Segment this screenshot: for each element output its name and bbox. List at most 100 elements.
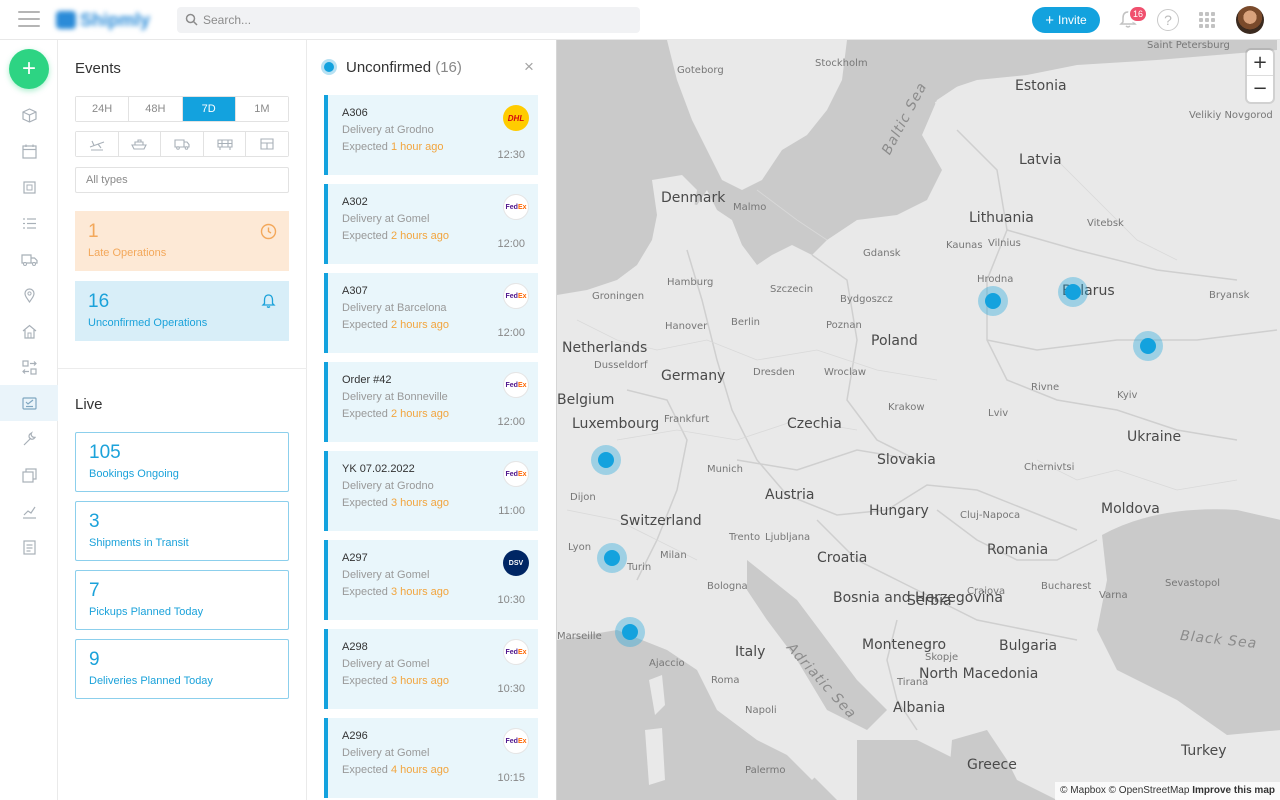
time-range-selector: 24H 48H 7D 1M [75, 96, 289, 122]
map-city-label: Lyon [568, 542, 592, 553]
nav-list-icon[interactable] [0, 205, 58, 241]
mode-rail-button[interactable] [203, 132, 247, 156]
range-7d-button[interactable]: 7D [182, 97, 236, 121]
shipment-marker[interactable] [1058, 277, 1088, 307]
map-country-label: Poland [871, 333, 918, 349]
range-1m-button[interactable]: 1M [235, 97, 288, 121]
map-city-label: Ljubljana [765, 532, 811, 543]
nav-box-icon[interactable] [0, 97, 58, 133]
map-country-label: Moldova [1101, 501, 1160, 517]
map-city-label: Saint Petersburg [1147, 40, 1230, 51]
map-city-label: Cluj-Napoca [960, 510, 1021, 521]
operation-time: 12:00 [497, 238, 525, 250]
nav-tools-icon[interactable] [0, 421, 58, 457]
map-city-label: Dresden [753, 367, 795, 378]
live-card-bookings[interactable]: 105 Bookings Ongoing [75, 432, 289, 492]
operation-card[interactable]: A296 Delivery at Gomel Expected 4 hours ag… [324, 718, 538, 798]
nav-grid-icon[interactable] [0, 169, 58, 205]
operation-ago: 3 hours ago [390, 497, 450, 509]
shipment-marker[interactable] [1133, 331, 1163, 361]
shipment-marker[interactable] [597, 543, 627, 573]
late-operations-count: 1 [88, 221, 99, 242]
carrier-logo-fedex: Fed Ex [503, 639, 529, 665]
carrier-logo-fedex: Fed Ex [503, 728, 529, 754]
operation-card[interactable]: A297 Delivery at Gomel Expected 3 hours ag… [324, 540, 538, 620]
live-card-pickups[interactable]: 7 Pickups Planned Today [75, 570, 289, 630]
shipment-marker[interactable] [978, 286, 1008, 316]
nav-calendar-icon[interactable] [0, 133, 58, 169]
map-city-label: Kaunas [946, 240, 983, 251]
operation-card[interactable]: A307 Delivery at Barcelona Expected 2 hour… [324, 273, 538, 353]
zoom-out-button[interactable]: − [1247, 76, 1273, 102]
logo-mark [56, 11, 76, 29]
live-card-deliveries[interactable]: 9 Deliveries Planned Today [75, 639, 289, 699]
operation-card[interactable]: Order #42 Delivery at Bonneville Expected … [324, 362, 538, 442]
mode-sea-button[interactable] [118, 132, 162, 156]
zoom-in-button[interactable]: + [1247, 50, 1273, 76]
nav-report-icon[interactable] [0, 529, 58, 565]
user-avatar[interactable] [1236, 6, 1264, 34]
menu-icon[interactable] [18, 11, 40, 29]
late-operations-card[interactable]: 1 Late Operations [75, 211, 289, 271]
unconfirmed-operations-count: 16 [88, 291, 110, 312]
nav-analytics-icon[interactable] [0, 493, 58, 529]
map-country-label: Turkey [1181, 743, 1227, 759]
range-48h-button[interactable]: 48H [129, 97, 183, 121]
nav-truck-icon[interactable] [0, 241, 58, 277]
operation-card[interactable]: A298 Delivery at Gomel Expected 3 hours ag… [324, 629, 538, 709]
map-country-label: Greece [967, 757, 1017, 773]
create-new-button[interactable]: + [9, 49, 49, 89]
map-city-label: Dijon [570, 492, 596, 503]
map-city-label: Bydgoszcz [840, 294, 893, 305]
operation-time: 12:00 [497, 416, 525, 428]
mode-air-button[interactable] [76, 132, 119, 156]
unconfirmed-operations-card[interactable]: 16 Unconfirmed Operations [75, 281, 289, 341]
live-card-count: 3 [89, 511, 100, 532]
map-city-label: Craiova [967, 586, 1006, 597]
map-city-label: Stockholm [815, 58, 868, 69]
map-city-label: Frankfurt [664, 414, 710, 425]
carrier-logo-fedex: Fed Ex [503, 194, 529, 220]
operation-card[interactable]: A306 Delivery at Grodno Expected 1 hour ag… [324, 95, 538, 175]
operation-card[interactable]: A302 Delivery at Gomel Expected 2 hours ag… [324, 184, 538, 264]
nav-home-icon[interactable] [0, 313, 58, 349]
map-country-label: Romania [987, 542, 1049, 558]
search-bar[interactable] [177, 7, 640, 33]
unconfirmed-operations-label: Unconfirmed Operations [88, 317, 208, 329]
mode-road-button[interactable] [161, 132, 204, 156]
map-view[interactable]: Estonia Latvia Lithuania Belarus Poland Germa… [556, 40, 1280, 800]
apps-grid-icon[interactable] [1199, 12, 1215, 28]
ship-icon [131, 139, 148, 150]
operation-time: 10:30 [497, 683, 525, 695]
invite-button[interactable]: + Invite [1032, 7, 1100, 33]
help-icon[interactable]: ? [1157, 9, 1179, 31]
nav-location-pin-icon[interactable] [0, 277, 58, 313]
operation-time: 11:00 [498, 505, 525, 517]
map-country-label: Albania [893, 700, 946, 716]
unconfirmed-count: (16) [435, 59, 462, 76]
map-city-label: Hanover [665, 321, 708, 332]
close-icon[interactable]: × [524, 58, 534, 75]
nav-documents-icon[interactable] [0, 457, 58, 493]
map-city-label: Szczecin [770, 284, 814, 295]
map-country-label: Czechia [787, 416, 842, 432]
live-card-shipments[interactable]: 3 Shipments in Transit [75, 501, 289, 561]
operation-ago: 3 hours ago [390, 586, 450, 598]
app-logo[interactable]: Shipmly [56, 10, 150, 30]
map-city-label: Bologna [707, 581, 748, 592]
map-country-label: Bulgaria [999, 638, 1058, 654]
late-operations-label: Late Operations [88, 247, 167, 259]
event-types-select[interactable]: All types [75, 167, 289, 193]
operation-card[interactable]: YK 07.02.2022 Delivery at Grodno Expected … [324, 451, 538, 531]
nav-transfer-icon[interactable] [0, 349, 58, 385]
nav-operations-icon[interactable] [0, 385, 58, 421]
shipment-marker[interactable] [615, 617, 645, 647]
carrier-logo-fedex: Fed Ex [503, 283, 529, 309]
improve-map-link[interactable]: Improve this map [1192, 785, 1275, 796]
search-input[interactable] [203, 7, 623, 33]
map-city-label: Marseille [557, 631, 602, 642]
range-24h-button[interactable]: 24H [76, 97, 130, 121]
shipment-marker[interactable] [591, 445, 621, 475]
live-card-count: 105 [89, 442, 121, 463]
mode-warehouse-button[interactable] [246, 132, 288, 156]
